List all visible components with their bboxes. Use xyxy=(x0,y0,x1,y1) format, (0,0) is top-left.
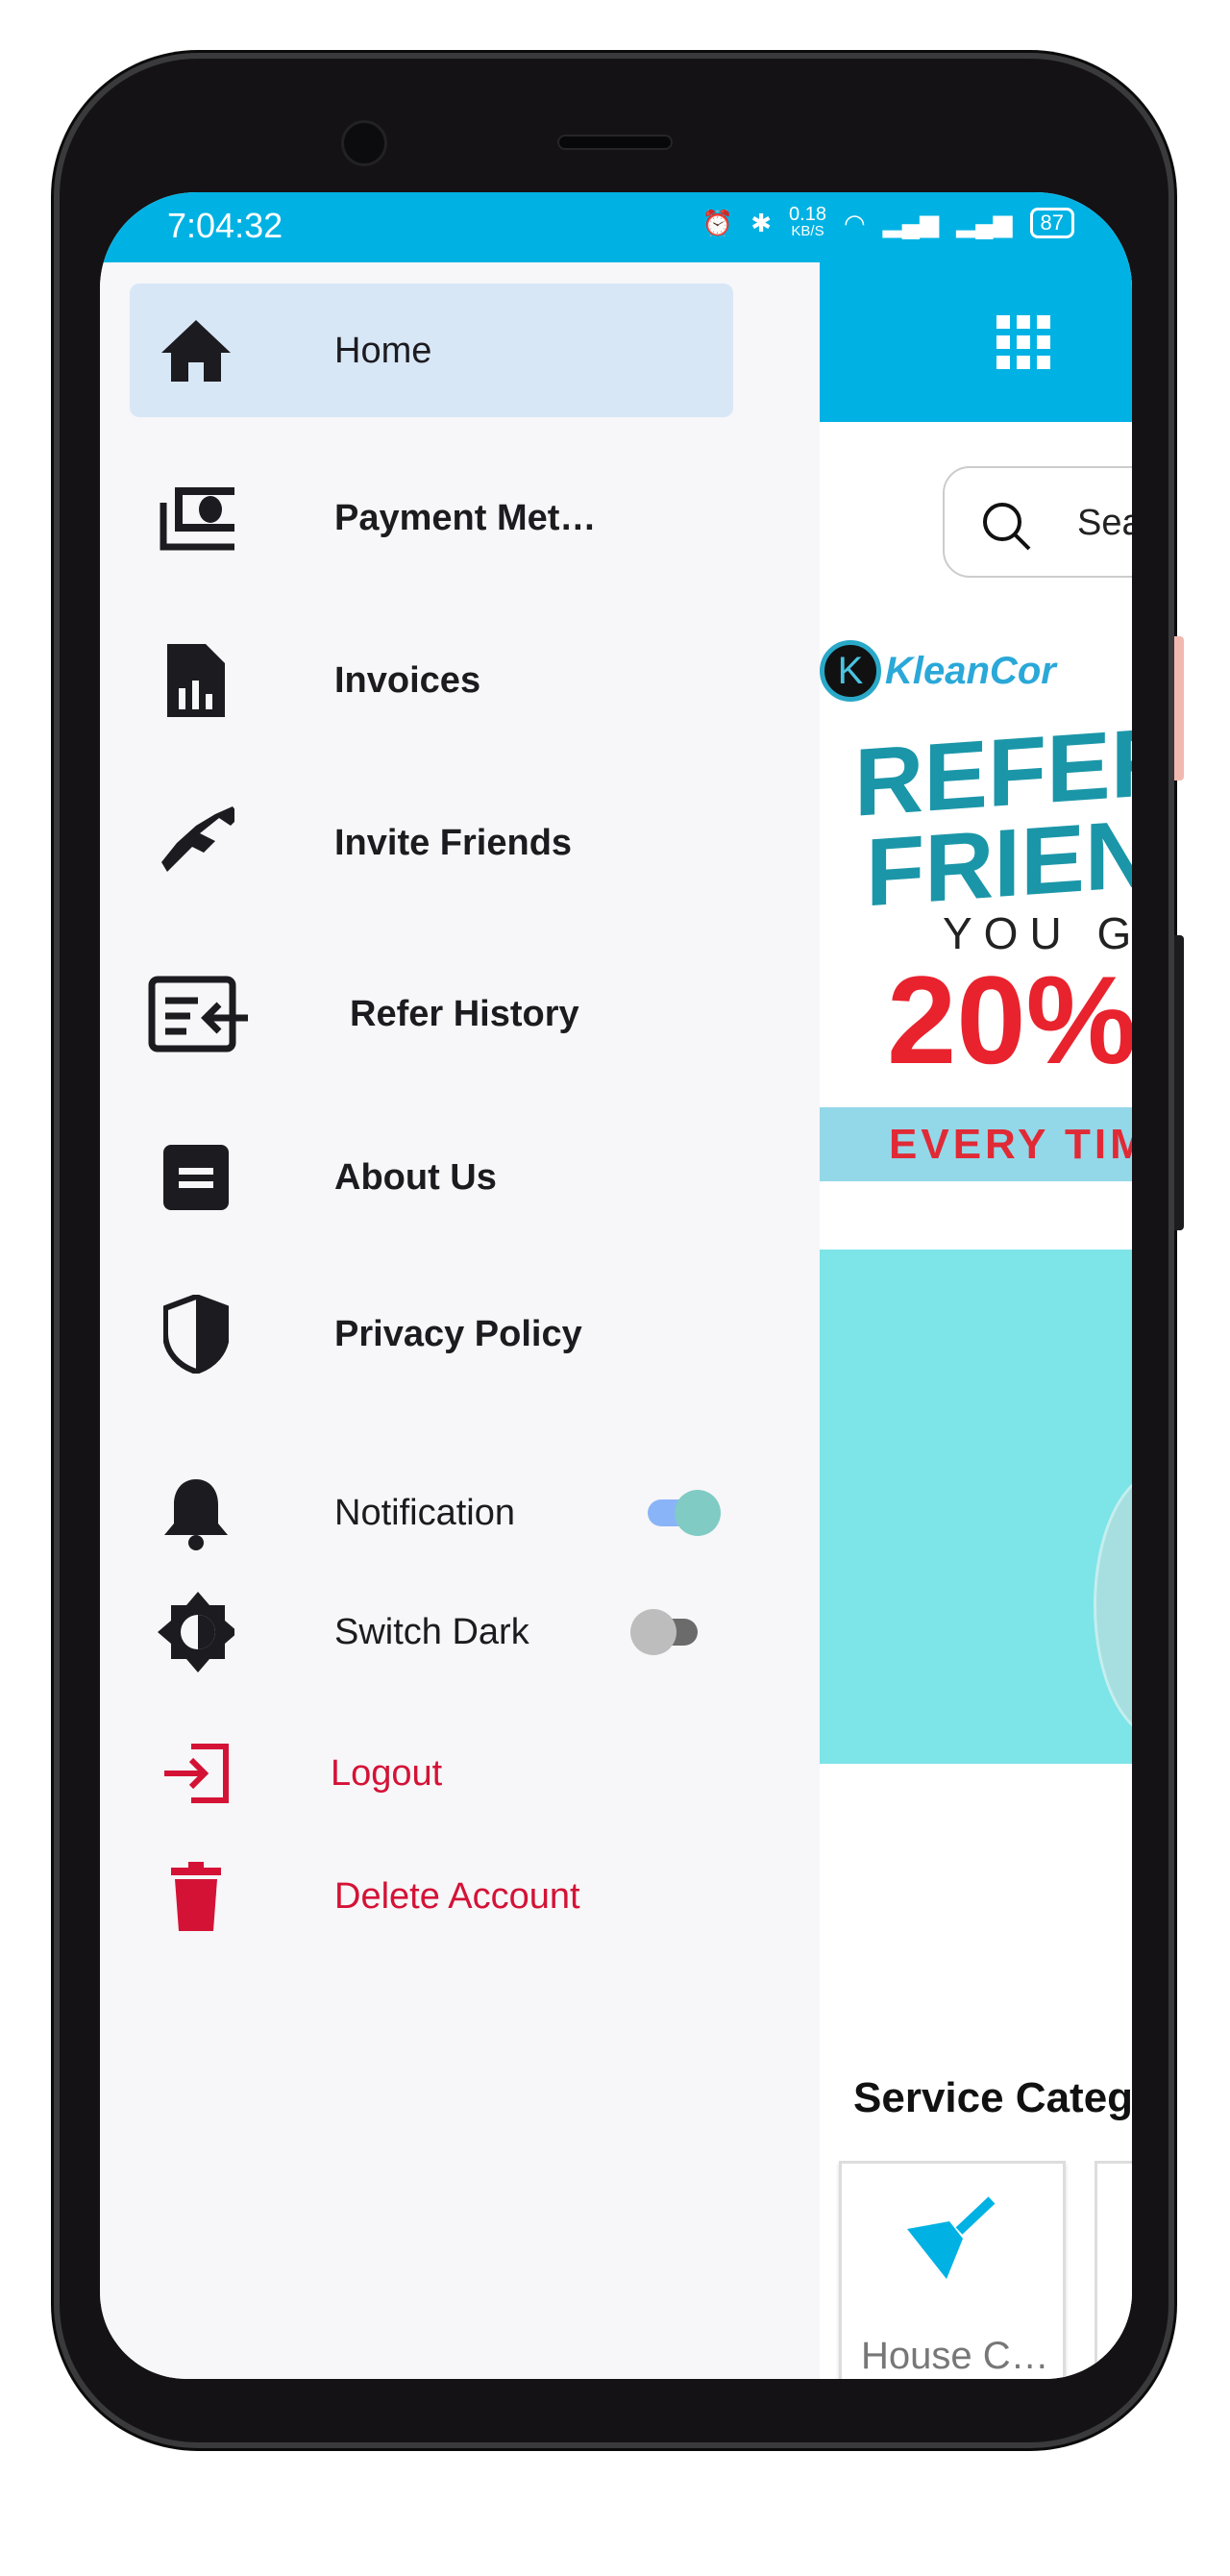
home-icon xyxy=(158,312,234,389)
section-title: Service Categ xyxy=(853,2074,1132,2121)
handshake-icon xyxy=(158,805,234,881)
brightness-icon xyxy=(158,1592,234,1672)
logout-label: Logout xyxy=(331,1752,443,1794)
delete-account-button[interactable]: Delete Account xyxy=(100,1839,820,1954)
drawer-item-label: About Us xyxy=(334,1156,497,1198)
delete-account-label: Delete Account xyxy=(334,1875,580,1917)
banner-text: EVERY TIME A xyxy=(889,1121,1132,1168)
battery-icon: 87 xyxy=(1029,208,1074,238)
screen: 7:04:32 ⏰ ✱ 0.18KB/S ◠ ▂▄▆ ▂▄▆ 87 Search… xyxy=(100,192,1132,2379)
app-bar xyxy=(820,262,1132,422)
about-icon xyxy=(158,1139,234,1216)
drawer-item-home[interactable]: Home xyxy=(100,293,820,409)
search-input[interactable]: Search... xyxy=(943,466,1132,578)
clock: 7:04:32 xyxy=(167,206,283,245)
category-label: House C… xyxy=(861,2335,1049,2377)
logout-button[interactable]: Logout xyxy=(100,1716,820,1831)
main-content: Search... K KleanCor REFER FRIEN YOU GE … xyxy=(820,262,1132,2379)
net-speed: 0.18 KB/S xyxy=(789,204,826,239)
drawer-item-label: Switch Dark xyxy=(334,1611,529,1652)
volume-button xyxy=(1174,636,1184,780)
grid-menu-icon[interactable] xyxy=(996,315,1050,369)
navigation-drawer: Home Payment Met… Invoices Invite Friend… xyxy=(100,262,820,2379)
drawer-item-label: Refer History xyxy=(350,993,579,1034)
refer-history-icon xyxy=(148,976,248,1053)
category-card[interactable]: M xyxy=(1095,2161,1132,2379)
camera xyxy=(341,120,387,166)
search-placeholder: Search... xyxy=(1077,503,1132,543)
drawer-item-label: Notification xyxy=(334,1492,515,1533)
dark-mode-toggle[interactable] xyxy=(630,1609,698,1655)
trash-icon xyxy=(158,1858,234,1935)
signal-h-icon: ▂▄▆ xyxy=(882,208,940,237)
drawer-item-invoices[interactable]: Invoices xyxy=(100,623,820,738)
shield-icon xyxy=(158,1295,234,1374)
category-label: M xyxy=(1115,2335,1132,2377)
signal-4g-icon: ▂▄▆ xyxy=(956,208,1013,237)
category-card[interactable]: House C… xyxy=(839,2161,1066,2379)
promo-banner-2[interactable] xyxy=(820,1250,1132,1764)
drawer-item-label: Privacy Policy xyxy=(334,1313,582,1354)
wifi-icon: ◠ xyxy=(843,208,866,237)
promo-banner[interactable]: K KleanCor REFER FRIEN YOU GE 20% EVERY … xyxy=(820,640,1132,1181)
drawer-item-payment-methods[interactable]: Payment Met… xyxy=(100,460,820,576)
drawer-item-label: Invoices xyxy=(334,659,481,701)
invoice-icon xyxy=(158,642,234,719)
speaker xyxy=(557,135,673,150)
logout-icon xyxy=(158,1735,234,1812)
money-icon xyxy=(158,480,234,557)
bell-icon xyxy=(158,1474,234,1551)
drawer-item-label: Payment Met… xyxy=(334,497,597,538)
drawer-item-label: Home xyxy=(334,330,432,371)
drawer-item-invite-friends[interactable]: Invite Friends xyxy=(100,785,820,901)
status-bar: 7:04:32 ⏰ ✱ 0.18 KB/S ◠ ▂▄▆ ▂▄▆ 87 xyxy=(100,192,1132,262)
alarm-icon: ⏰ xyxy=(701,208,734,237)
drawer-item-refer-history[interactable]: Refer History xyxy=(100,956,820,1072)
notification-toggle[interactable] xyxy=(648,1490,721,1536)
drawer-item-label: Invite Friends xyxy=(334,822,573,863)
broom-icon xyxy=(907,2196,996,2279)
brand-name: KleanCor xyxy=(885,650,1056,692)
drawer-item-about-us[interactable]: About Us xyxy=(100,1120,820,1235)
power-button xyxy=(1174,935,1184,1230)
brand-logo: K xyxy=(820,640,881,702)
drawer-item-notification: Notification xyxy=(100,1455,820,1571)
search-icon xyxy=(983,503,1031,551)
banner-text: 20% xyxy=(887,950,1132,1090)
bluetooth-icon: ✱ xyxy=(750,208,773,237)
drawer-item-privacy-policy[interactable]: Privacy Policy xyxy=(100,1276,820,1392)
drawer-item-switch-dark: Switch Dark xyxy=(100,1574,820,1690)
